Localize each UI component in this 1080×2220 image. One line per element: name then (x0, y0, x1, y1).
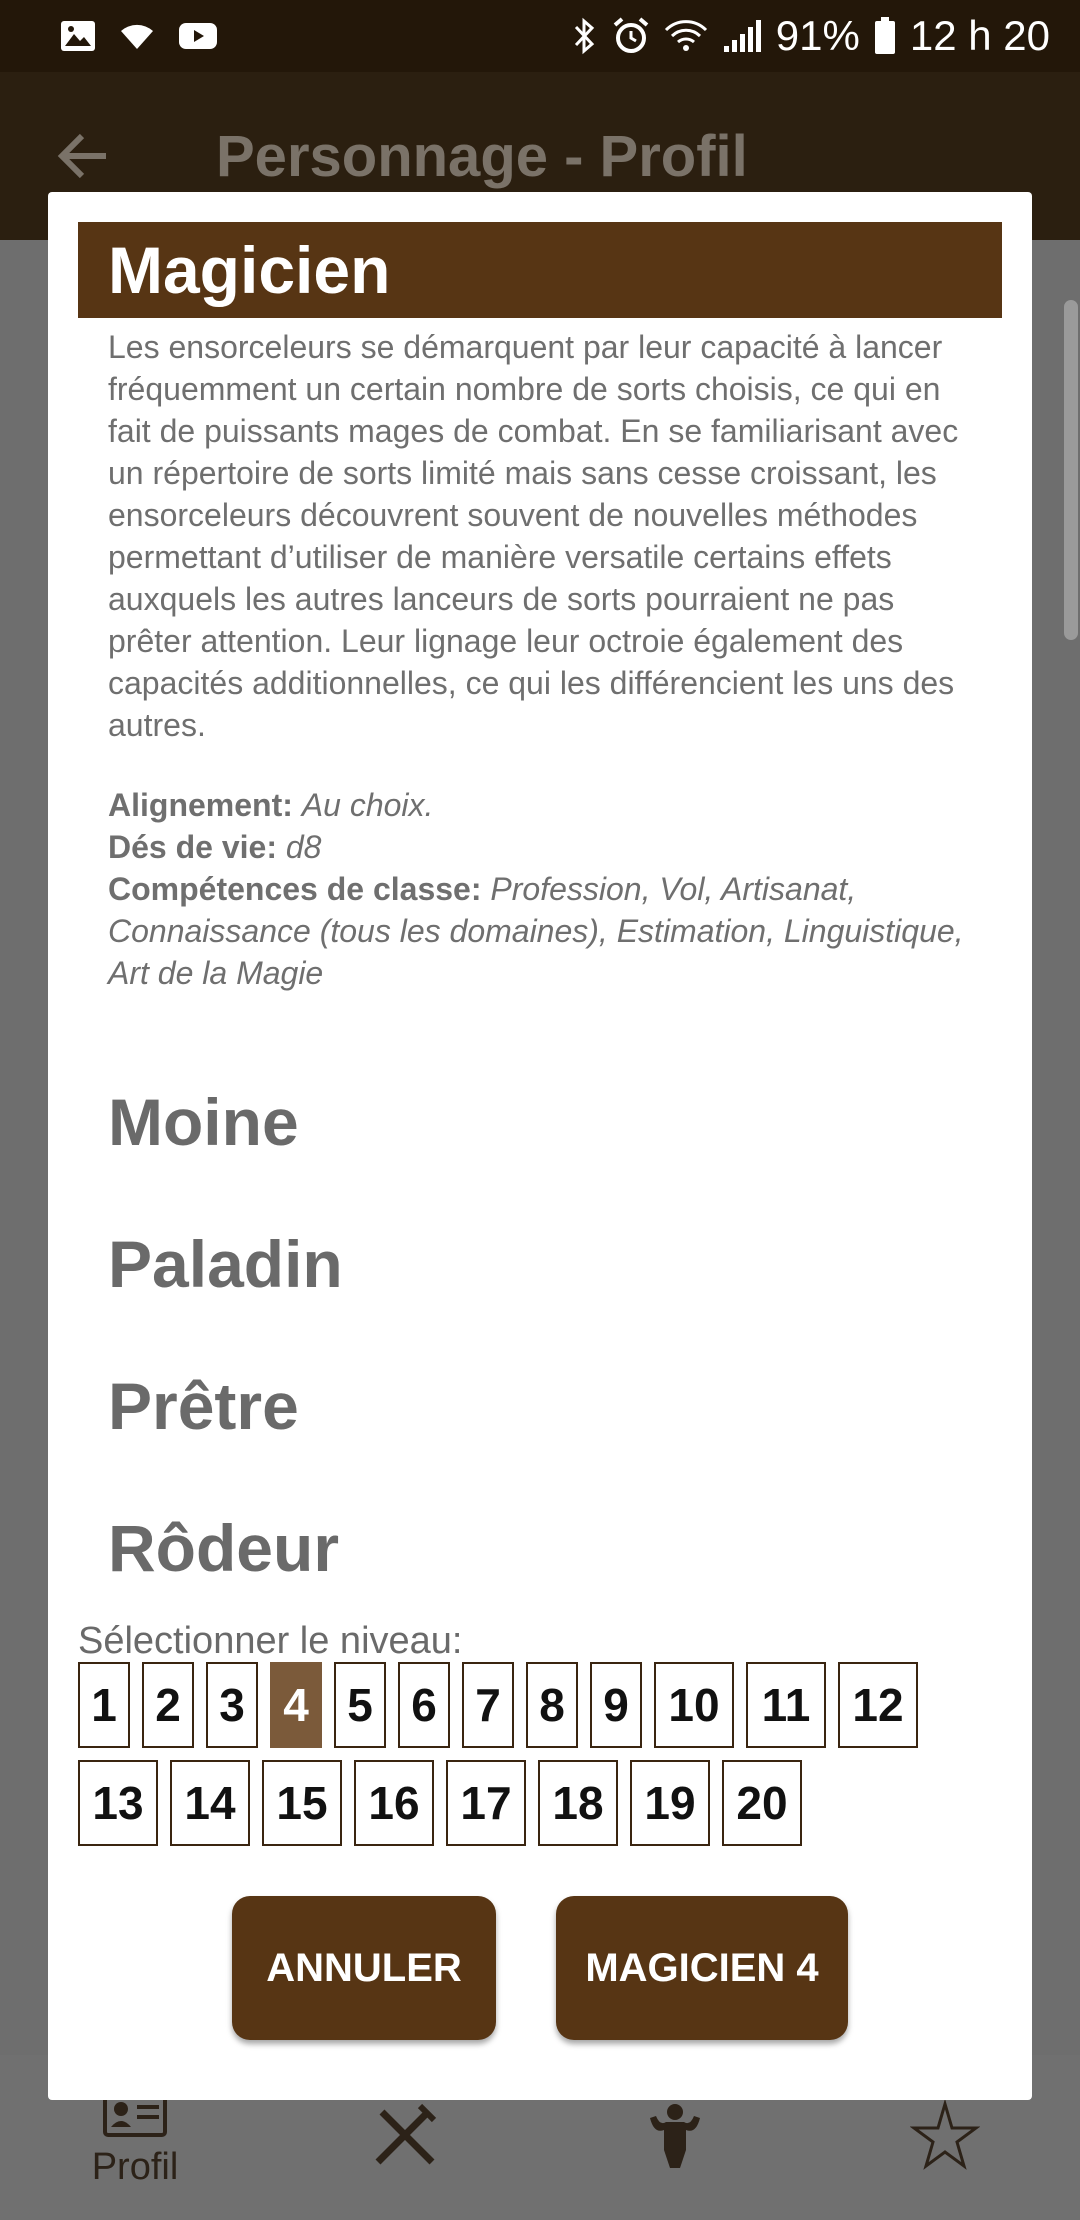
alarm-icon (612, 17, 650, 55)
alignment-value: Au choix. (301, 787, 434, 823)
scrollbar[interactable] (1064, 300, 1078, 640)
level-button-4[interactable]: 4 (270, 1662, 322, 1748)
class-item-paladin[interactable]: Paladin (108, 1224, 972, 1366)
class-item-pretre[interactable]: Prêtre (108, 1366, 972, 1508)
level-selector: 1 2 3 4 5 6 7 8 9 10 11 12 13 14 15 16 1… (78, 1662, 1002, 1858)
strongman-icon (640, 2100, 710, 2175)
level-button-20[interactable]: 20 (722, 1760, 802, 1846)
battery-icon (874, 17, 896, 55)
level-button-14[interactable]: 14 (170, 1760, 250, 1846)
nav-item-magic[interactable] (845, 2098, 1045, 2175)
arrow-back-icon[interactable] (56, 126, 116, 186)
level-button-10[interactable]: 10 (654, 1662, 734, 1748)
nav-label-profil: Profil (91, 2145, 179, 2188)
level-button-5[interactable]: 5 (334, 1662, 386, 1748)
skills-line: Compétences de classe: Profession, Vol, … (108, 868, 972, 994)
signal-icon (722, 18, 762, 54)
youtube-icon (178, 21, 218, 51)
level-button-11[interactable]: 11 (746, 1662, 826, 1748)
class-item-moine[interactable]: Moine (108, 1082, 972, 1224)
status-bar: 91% 12 h 20 (0, 0, 1080, 72)
other-classes: Moine Paladin Prêtre Rôdeur (78, 994, 1002, 1650)
battery-percent: 91% (775, 12, 860, 59)
alignment-label: Alignement: (108, 787, 293, 823)
level-row-1: 1 2 3 4 5 6 7 8 9 10 11 12 (78, 1662, 1002, 1748)
image-icon (60, 20, 96, 52)
bluetooth-icon (572, 16, 598, 56)
crossed-weapons-icon (370, 2100, 440, 2175)
confirm-class-button[interactable]: MAGICIEN 4 (556, 1896, 848, 2040)
level-button-18[interactable]: 18 (538, 1760, 618, 1846)
level-select-label: Sélectionner le niveau: (78, 1614, 998, 1663)
class-list-scroll[interactable]: Magicien Les ensorceleurs se démarquent … (78, 222, 1002, 1807)
class-select-dialog: Magicien Les ensorceleurs se démarquent … (48, 192, 1032, 2100)
page-title: Personnage - Profil (216, 123, 748, 189)
alignment-line: Alignement: Au choix. (108, 784, 972, 826)
level-button-1[interactable]: 1 (78, 1662, 130, 1748)
level-button-15[interactable]: 15 (262, 1760, 342, 1846)
hit-dice-value: d8 (285, 829, 322, 865)
hit-dice-label: Dés de vie: (108, 829, 277, 865)
star-magic-icon (909, 2098, 981, 2175)
dialog-actions: ANNULER MAGICIEN 4 (48, 1896, 1032, 2040)
level-row-2: 13 14 15 16 17 18 19 20 (78, 1760, 1002, 1846)
level-button-19[interactable]: 19 (630, 1760, 710, 1846)
level-button-3[interactable]: 3 (206, 1662, 258, 1748)
level-button-12[interactable]: 12 (838, 1662, 918, 1748)
hit-dice-line: Dés de vie: d8 (108, 826, 972, 868)
level-button-9[interactable]: 9 (590, 1662, 642, 1748)
class-stats: Alignement: Au choix. Dés de vie: d8 Com… (78, 746, 1002, 994)
level-button-2[interactable]: 2 (142, 1662, 194, 1748)
nav-item-profil[interactable]: Profil (35, 2087, 235, 2189)
level-button-8[interactable]: 8 (526, 1662, 578, 1748)
level-button-7[interactable]: 7 (462, 1662, 514, 1748)
level-button-17[interactable]: 17 (446, 1760, 526, 1846)
nav-item-abilities[interactable] (575, 2100, 775, 2175)
class-description: Les ensorceleurs se démarquent par leur … (108, 329, 959, 743)
selected-class-header[interactable]: Magicien (78, 222, 1002, 318)
level-button-16[interactable]: 16 (354, 1760, 434, 1846)
nav-item-equipment[interactable] (305, 2100, 505, 2175)
wifi-icon (118, 21, 156, 51)
selected-class-name: Magicien (108, 233, 391, 307)
clock: 12 h 20 (909, 12, 1050, 59)
cancel-button[interactable]: ANNULER (232, 1896, 496, 2040)
level-button-13[interactable]: 13 (78, 1760, 158, 1846)
skills-label: Compétences de classe: (108, 871, 482, 907)
wifi-data-icon (664, 18, 708, 54)
level-button-6[interactable]: 6 (398, 1662, 450, 1748)
